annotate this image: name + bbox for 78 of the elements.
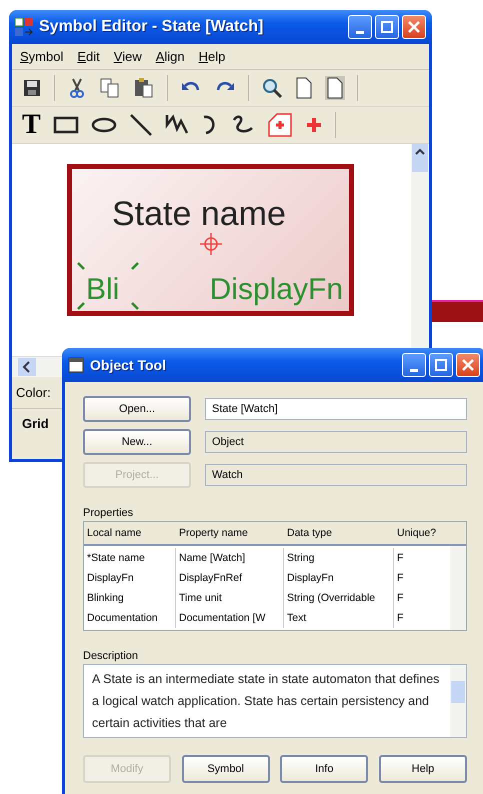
text-field[interactable]: Object [205,431,467,453]
point-icon[interactable] [304,116,323,134]
document-icon[interactable] [295,77,313,99]
menu-item[interactable]: Edit [77,49,100,64]
maximize-button[interactable] [429,353,453,377]
connector-bar [430,300,483,322]
symbol-label: DisplayFn [210,273,343,307]
document-icon[interactable] [325,76,345,100]
menu-item[interactable]: Symbol [20,49,64,64]
close-button[interactable] [402,15,426,39]
paste-icon[interactable] [133,77,155,99]
copy-icon[interactable] [99,77,121,99]
table-cell: Documentation [84,608,176,628]
selection-handles-drawing [76,261,140,311]
symbol-name-label: State name [112,195,286,234]
window-title: Symbol Editor - State [Watch] [39,18,264,36]
crosshair-icon [200,233,222,255]
scroll-left-icon[interactable] [18,358,36,376]
maximize-icon [381,21,393,33]
table-cell: Text [284,608,394,628]
scroll-up-icon[interactable] [412,144,428,172]
minimize-button[interactable] [402,353,426,377]
table-cell: DisplayFnRef [176,568,284,588]
connection-point-icon[interactable] [266,112,293,138]
column-header[interactable]: Unique? [394,527,466,539]
line-icon[interactable] [128,113,153,137]
save-icon[interactable] [22,78,42,98]
table-cell-text: F [396,591,404,606]
search-icon[interactable] [261,77,283,99]
maximize-icon [435,359,447,371]
dialog-button[interactable]: Help [378,755,467,783]
column-header[interactable]: Property name [176,527,284,539]
ellipse-icon[interactable] [90,115,117,135]
table-cell: DisplayFn [84,568,176,588]
vertical-scrollbar[interactable] [450,546,466,630]
section-label: Properties [83,507,134,519]
menu-item[interactable]: View [114,49,142,64]
maximize-button[interactable] [375,15,399,39]
table-cell: Time unit [176,588,284,608]
close-button[interactable] [456,353,480,377]
window-title: Object Tool [90,357,166,373]
color-label: Color: [16,385,51,400]
rectangle-icon[interactable] [52,115,79,135]
column-header[interactable]: Data type [284,527,394,539]
table-cell-text: F [396,551,404,566]
table-cell: *State name [84,548,176,568]
table-cell: Name [Watch] [176,548,284,568]
column-header[interactable]: Local name [84,527,176,539]
dialog-button[interactable]: New... [83,429,191,455]
close-icon [408,21,420,33]
table-cell: DisplayFn [284,568,394,588]
table-cell: String (Overridable [284,588,394,608]
table-cell: Blinking [84,588,176,608]
dialog-button[interactable]: Open... [83,396,191,422]
dialog-button[interactable]: Symbol [182,755,270,783]
table-cell-text: F [396,611,404,626]
text-tool[interactable]: T [22,111,41,139]
app-icon [15,18,33,36]
table-cell: Documentation [W [176,608,284,628]
minimize-button[interactable] [348,15,372,39]
close-icon [462,359,474,371]
menu-item[interactable]: Align [156,49,185,64]
vertical-scrollbar[interactable] [450,665,466,737]
section-label: Description [83,650,140,662]
symbol-label: Bli [86,273,120,307]
description-text: A State is an intermediate state in state automaton that defines a logical watch application. State has certain persistency and certain activities that are [91,671,440,732]
dialog-button[interactable]: Info [280,755,368,783]
cut-icon[interactable] [67,77,87,99]
table-cell: String [284,548,394,568]
text-field[interactable]: State [Watch] [205,398,467,420]
window-icon [68,357,84,373]
grid-tab[interactable]: Grid [22,416,49,431]
text-field[interactable]: Watch [205,464,467,486]
minimize-icon [356,30,364,34]
state-symbol[interactable]: State name Bli DisplayFn [67,164,354,316]
minimize-icon [410,368,418,372]
menu-item[interactable]: Help [198,49,226,64]
table-cell-text: F [396,571,404,586]
